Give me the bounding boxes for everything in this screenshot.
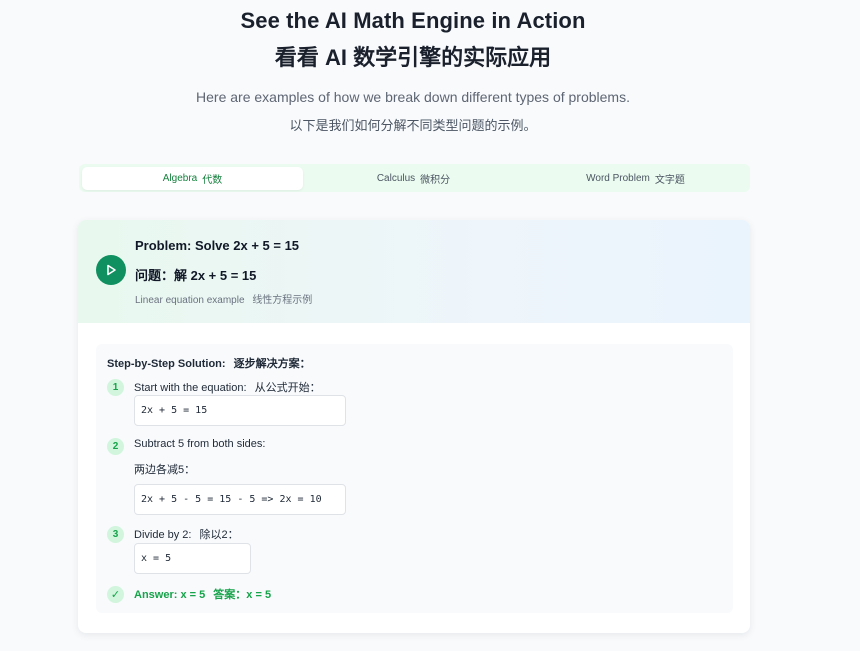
equation-box: x = 5 [134,543,251,574]
play-icon [107,264,116,276]
problem-type-tabs: Algebra 代数 Calculus 微积分 Word Problem 文字题 [79,164,750,192]
tab-label-en: Word Problem [586,173,650,184]
tab-label-zh: 微积分 [420,175,451,186]
step-text-en: Divide by 2: [134,529,192,541]
step-text-zh: 从公式开始： [254,382,321,394]
answer-zh: 答案：x = 5 [213,589,272,601]
step-text: Start with the equation: 从公式开始： [134,379,321,395]
problem-desc-zh: 线性方程示例 [252,295,313,306]
tab-word-problem[interactable]: Word Problem 文字题 [525,167,746,190]
page-title-en: See the AI Math Engine in Action [240,8,586,33]
page-title-zh: 看看 AI 数学引擎的实际应用 [274,45,552,70]
equation-box: 2x + 5 = 15 [134,395,346,426]
tab-label-en: Calculus [376,173,416,184]
step-text-zh: 两边各减5： [134,464,196,476]
problem-title-en: Problem: Solve 2x + 5 = 15 [135,238,300,253]
problem-header: Problem: Solve 2x + 5 = 15 问题：解 2x + 5 =… [78,220,750,323]
tab-label-en: Algebra [162,173,198,184]
play-button[interactable] [96,255,126,285]
problem-description: Linear equation example 线性方程示例 [135,291,312,306]
equation-box: 2x + 5 - 5 = 15 - 5 => 2x = 10 [134,484,346,515]
solution-title-en: Step-by-Step Solution: [107,358,226,370]
answer: Answer: x = 5 答案：x = 5 [134,586,271,602]
tab-label-zh: 文字题 [654,175,685,186]
step-number: 1 [107,379,124,396]
solution-title-zh: 逐步解决方案： [233,358,311,370]
step-text-en: Subtract 5 from both sides: [134,438,266,450]
tab-algebra[interactable]: Algebra 代数 [82,167,303,190]
step-text-en: Start with the equation: [134,382,247,394]
step-number: 2 [107,438,124,455]
tab-label-zh: 代数 [202,175,223,186]
solution-title: Step-by-Step Solution: 逐步解决方案： [107,355,311,371]
page-subtitle-zh: 以下是我们如何分解不同类型问题的示例。 [289,118,537,133]
step-text-zh: 除以2： [199,529,239,541]
answer-en: Answer: x = 5 [134,589,206,601]
page-subtitle-en: Here are examples of how we break down d… [196,89,630,105]
example-card: Problem: Solve 2x + 5 = 15 问题：解 2x + 5 =… [78,220,750,633]
step-number: 3 [107,526,124,543]
problem-desc-en: Linear equation example [135,295,245,306]
problem-title-zh: 问题：解 2x + 5 = 15 [135,268,257,283]
solution-panel: Step-by-Step Solution: 逐步解决方案： 1 Start w… [96,344,733,613]
tab-calculus[interactable]: Calculus 微积分 [303,167,524,190]
step-text: Divide by 2: 除以2： [134,526,239,542]
check-icon: ✓ [107,586,124,603]
